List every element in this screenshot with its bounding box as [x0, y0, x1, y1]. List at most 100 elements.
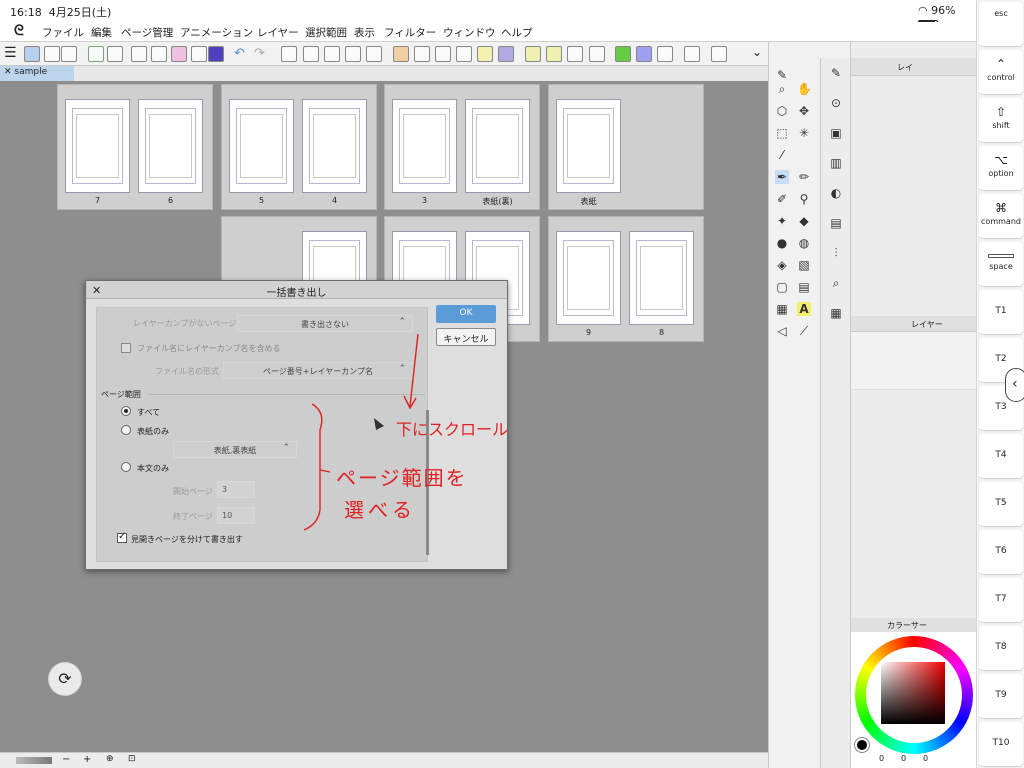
- brush-icon[interactable]: ✐: [775, 192, 789, 206]
- ruler-icon[interactable]: ▦: [775, 302, 789, 316]
- menu-selection[interactable]: 選択範囲: [305, 25, 347, 40]
- zoom-in-button[interactable]: +: [83, 754, 91, 765]
- key-t5[interactable]: T5: [979, 482, 1023, 526]
- export-icon[interactable]: [208, 46, 224, 62]
- menu-help[interactable]: ヘルプ: [501, 25, 533, 40]
- close-icon[interactable]: ✕: [92, 284, 101, 297]
- check-icon[interactable]: [546, 46, 562, 62]
- key-t9[interactable]: T9: [979, 674, 1023, 718]
- save-icon[interactable]: [171, 46, 187, 62]
- tab-layer[interactable]: レイ: [897, 62, 913, 73]
- spread-3-back-cover[interactable]: 3 表紙(裏): [384, 84, 540, 210]
- include-comp-name-checkbox[interactable]: [121, 343, 131, 353]
- target-icon[interactable]: [61, 46, 77, 62]
- material-icon[interactable]: ▣: [829, 126, 843, 140]
- menu-animation[interactable]: アニメーション: [180, 25, 253, 40]
- fit-icon[interactable]: [684, 46, 700, 62]
- eraser-icon[interactable]: ◆: [797, 214, 811, 228]
- page-thumbnail[interactable]: [556, 99, 621, 193]
- page-thumbnail[interactable]: [629, 231, 694, 325]
- page-thumbnail[interactable]: [556, 231, 621, 325]
- rotate-icon[interactable]: ⟳: [48, 662, 82, 696]
- info-icon[interactable]: ▤: [829, 216, 843, 230]
- rotate-view-icon[interactable]: ⊡: [128, 754, 136, 764]
- spread-cover[interactable]: 表紙: [548, 84, 704, 210]
- airbrush-icon[interactable]: ⚲: [797, 192, 811, 206]
- menu-filter[interactable]: フィルター: [384, 25, 436, 40]
- menu-view[interactable]: 表示: [354, 25, 375, 40]
- key-control[interactable]: ⌃ control: [979, 50, 1023, 94]
- app-logo-icon[interactable]: ᘓ: [14, 23, 24, 39]
- key-t4[interactable]: T4: [979, 434, 1023, 478]
- zoom-slider[interactable]: [16, 757, 52, 764]
- figure-icon[interactable]: ▢: [775, 280, 789, 294]
- frame-icon[interactable]: ▤: [797, 280, 811, 294]
- pencil-icon[interactable]: ✏: [797, 170, 811, 184]
- page-thumbnail[interactable]: [138, 99, 203, 193]
- zoom-icon[interactable]: ⌕: [775, 82, 789, 96]
- paint-bucket-icon[interactable]: ◈: [775, 258, 789, 272]
- layer-property-icon[interactable]: ▥: [829, 156, 843, 170]
- menu-edit[interactable]: 編集: [91, 25, 112, 40]
- menu-layer[interactable]: レイヤー: [257, 25, 299, 40]
- document-tab[interactable]: ✕ sample: [0, 66, 74, 81]
- range-all-radio[interactable]: [121, 406, 131, 416]
- open-folder-icon[interactable]: [151, 46, 167, 62]
- main-color-swatch[interactable]: [855, 738, 869, 752]
- range-body-radio[interactable]: [121, 462, 131, 472]
- grid-panel-icon[interactable]: ▦: [829, 306, 843, 320]
- stepper-icon[interactable]: [191, 46, 207, 62]
- correct-line-icon[interactable]: ⟋: [797, 324, 811, 338]
- range-cover-radio[interactable]: [121, 425, 131, 435]
- navigator-icon[interactable]: ⊙: [829, 96, 843, 110]
- adjust-icon[interactable]: ⫶: [829, 246, 843, 260]
- close-icon[interactable]: ✕: [4, 67, 12, 77]
- tab-layer[interactable]: レイヤー: [911, 319, 943, 330]
- color-mix-icon[interactable]: ◐: [829, 186, 843, 200]
- menu-window[interactable]: ウィンドウ: [443, 25, 496, 40]
- key-esc[interactable]: esc: [979, 2, 1023, 46]
- magic-wand-icon[interactable]: ✳: [797, 126, 811, 140]
- key-t10[interactable]: T10: [979, 722, 1023, 766]
- new-file-icon[interactable]: [131, 46, 147, 62]
- eyedropper-icon[interactable]: ⁄: [775, 148, 789, 162]
- gradient-icon[interactable]: ▧: [797, 258, 811, 272]
- page-thumbnail[interactable]: [65, 99, 130, 193]
- end-page-input[interactable]: 10: [217, 507, 255, 524]
- chevron-down-icon[interactable]: ⌄: [752, 45, 762, 59]
- tile-icon[interactable]: [636, 46, 652, 62]
- deselect-icon[interactable]: [414, 46, 430, 62]
- import-icon[interactable]: [88, 46, 104, 62]
- zoom-out-button[interactable]: −: [62, 754, 70, 765]
- key-option[interactable]: ⌥ option: [979, 146, 1023, 190]
- pen-icon[interactable]: ✎: [775, 68, 789, 82]
- key-t7[interactable]: T7: [979, 578, 1023, 622]
- move-icon[interactable]: ✥: [797, 104, 811, 118]
- select-all-icon[interactable]: [393, 46, 409, 62]
- clear-icon[interactable]: [281, 46, 297, 62]
- fill-icon[interactable]: [345, 46, 361, 62]
- saturation-value-square[interactable]: [881, 662, 945, 724]
- crop-icon[interactable]: [324, 46, 340, 62]
- blend-icon[interactable]: ✦: [775, 214, 789, 228]
- tool-property-icon[interactable]: ✎: [829, 66, 843, 80]
- balloon-icon[interactable]: ◁: [775, 324, 789, 338]
- key-space[interactable]: space: [979, 242, 1023, 286]
- expand-selection-icon[interactable]: [456, 46, 472, 62]
- fit-view-icon[interactable]: ⊕: [106, 754, 114, 764]
- text-icon[interactable]: A: [797, 302, 811, 316]
- stepper-icon[interactable]: [44, 46, 60, 62]
- page-thumbnail[interactable]: [392, 99, 457, 193]
- spread-5-4[interactable]: 5 4: [221, 84, 377, 210]
- gear-spin-icon[interactable]: [303, 46, 319, 62]
- touch-mode-icon[interactable]: [24, 46, 40, 62]
- tab-color-circle[interactable]: カラーサー: [887, 620, 927, 631]
- key-t8[interactable]: T8: [979, 626, 1023, 670]
- spread-7-6[interactable]: 7 6: [57, 84, 213, 210]
- key-t1[interactable]: T1: [979, 290, 1023, 334]
- key-shift[interactable]: ⇧ shift: [979, 98, 1023, 142]
- menu-file[interactable]: ファイル: [42, 25, 84, 40]
- cube-icon[interactable]: ⬡: [775, 104, 789, 118]
- drops-icon[interactable]: ◍: [797, 236, 811, 250]
- view-icon[interactable]: [615, 46, 631, 62]
